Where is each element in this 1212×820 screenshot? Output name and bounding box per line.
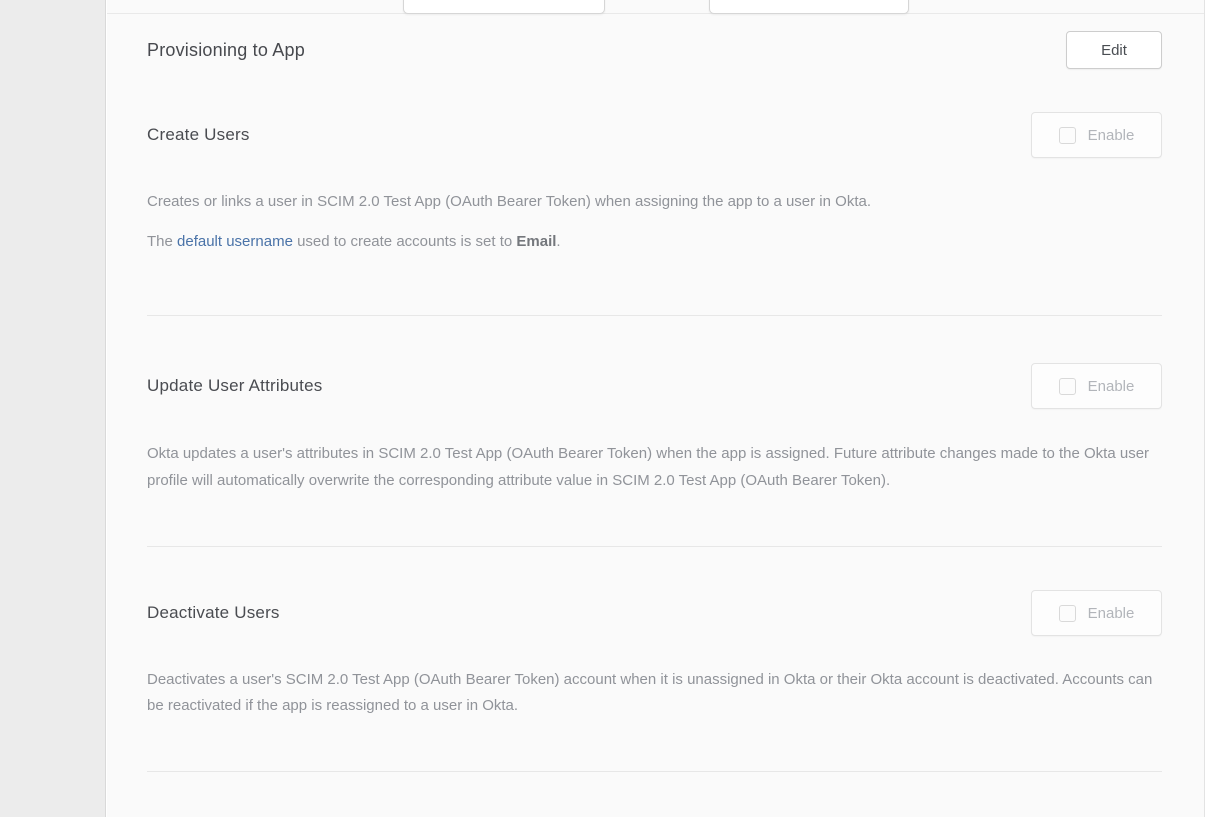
enable-label: Enable (1088, 378, 1135, 395)
note-middle: used to create accounts is set to (293, 233, 516, 250)
section-description: Deactivates a user's SCIM 2.0 Test App (… (147, 667, 1162, 719)
page-title: Provisioning to App (147, 40, 305, 61)
section-header: Create Users Enable (147, 112, 1162, 158)
default-username-link[interactable]: default username (177, 233, 293, 250)
note-prefix: The (147, 233, 177, 250)
provisioning-panel: Provisioning to App Edit Create Users En… (107, 0, 1205, 817)
enable-toggle[interactable]: Enable (1031, 590, 1162, 636)
enable-checkbox[interactable] (1059, 127, 1076, 144)
section-update-user-attributes: Update User Attributes Enable Okta updat… (147, 362, 1162, 547)
section-create-users: Create Users Enable Creates or links a u… (147, 112, 1162, 316)
enable-toggle[interactable]: Enable (1031, 112, 1162, 158)
enable-checkbox[interactable] (1059, 378, 1076, 395)
section-header: Update User Attributes Enable (147, 362, 1162, 410)
section-deactivate-users: Deactivate Users Enable Deactivates a us… (147, 589, 1162, 772)
cropped-card-left[interactable] (403, 0, 605, 14)
section-heading: Deactivate Users (147, 603, 280, 623)
section-description: Creates or links a user in SCIM 2.0 Test… (147, 189, 1162, 215)
note-suffix: . (556, 233, 560, 250)
edit-button[interactable]: Edit (1066, 31, 1162, 69)
username-value: Email (516, 233, 556, 250)
section-divider (147, 546, 1162, 547)
section-heading: Create Users (147, 125, 250, 145)
enable-toggle[interactable]: Enable (1031, 363, 1162, 409)
cropped-card-right[interactable] (709, 0, 909, 14)
top-cropped-row (107, 0, 1204, 14)
section-header: Deactivate Users Enable (147, 589, 1162, 637)
section-description: Okta updates a user's attributes in SCIM… (147, 440, 1162, 494)
section-heading: Update User Attributes (147, 376, 322, 396)
enable-label: Enable (1088, 127, 1135, 144)
app-window: Provisioning to App Edit Create Users En… (0, 0, 1212, 820)
enable-label: Enable (1088, 605, 1135, 622)
section-divider (147, 315, 1162, 316)
left-sidebar (0, 0, 106, 817)
panel-header: Provisioning to App Edit (147, 31, 1162, 69)
section-divider (147, 771, 1162, 772)
username-note: The default username used to create acco… (147, 229, 1162, 255)
enable-checkbox[interactable] (1059, 605, 1076, 622)
